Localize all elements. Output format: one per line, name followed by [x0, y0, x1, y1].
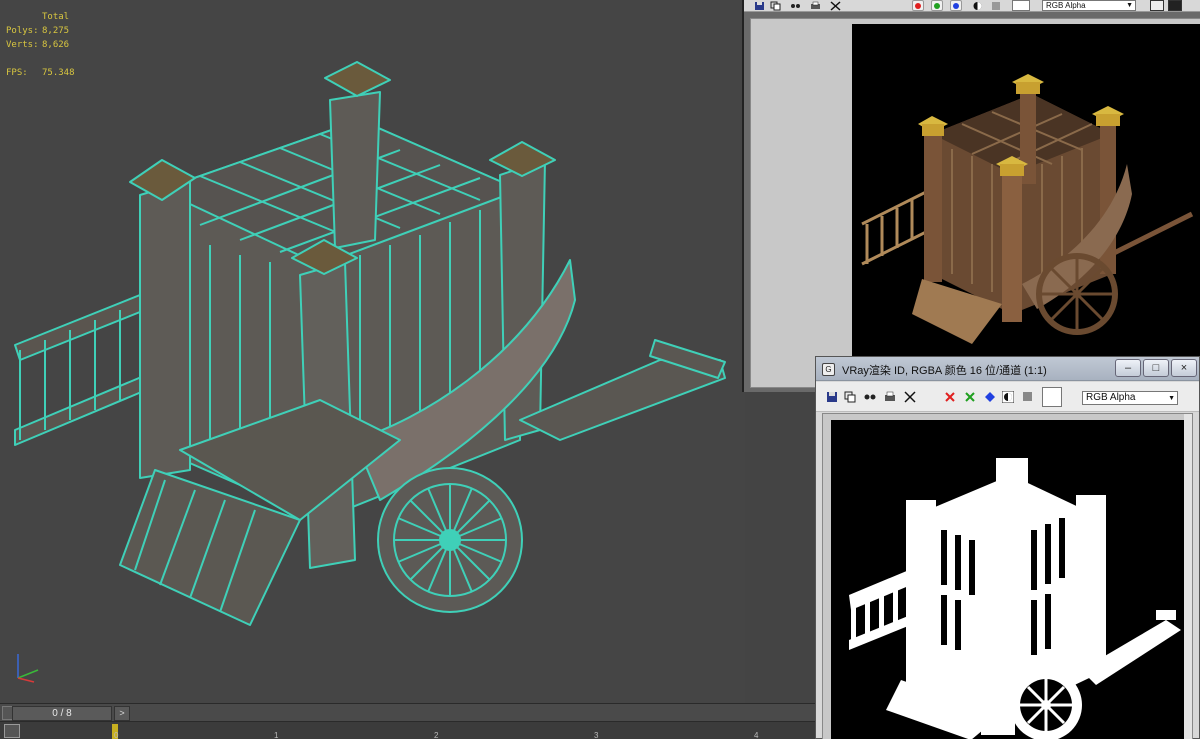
minimize-button[interactable]: –	[1115, 359, 1141, 377]
copy-icon[interactable]	[770, 1, 781, 11]
green-channel-icon[interactable]	[931, 0, 943, 11]
clear-icon[interactable]	[904, 391, 916, 403]
channel-select[interactable]: RGB Alpha ▼	[1042, 0, 1136, 11]
alpha-icon[interactable]	[1023, 392, 1032, 401]
save-icon[interactable]	[754, 1, 765, 11]
axis-gizmo-icon	[17, 654, 39, 683]
print-icon[interactable]	[884, 391, 896, 403]
render-toolbar: RGB Alpha ▼	[816, 382, 1199, 412]
cart-wireframe-model[interactable]	[0, 0, 745, 703]
swatch-icon[interactable]	[1012, 0, 1030, 11]
render-canvas	[822, 413, 1193, 739]
close-button[interactable]: ×	[1171, 359, 1197, 377]
time-slider[interactable]: 0 / 8 >	[0, 704, 815, 722]
alpha-mask-image	[831, 420, 1187, 739]
alpha-icon[interactable]	[992, 2, 1000, 10]
next-frame-button[interactable]: >	[114, 706, 130, 721]
window-title: VRay渲染 ID, RGBA 颜色 16 位/通道 (1:1)	[842, 365, 1047, 377]
tick-label: 2	[434, 731, 439, 739]
mono-icon[interactable]	[972, 1, 983, 11]
chevron-down-icon: ▼	[1168, 395, 1175, 402]
red-channel-icon[interactable]	[944, 391, 956, 403]
render-frame-window[interactable]: RGB Alpha ▼	[742, 0, 1200, 392]
blue-channel-icon[interactable]	[984, 391, 996, 403]
perspective-viewport[interactable]: Total Polys: 8,275 Verts: 8,626 FPS: 75.348	[0, 0, 745, 703]
tick-label: 0	[114, 731, 119, 739]
copy-icon[interactable]	[844, 391, 856, 403]
render-toolbar: RGB Alpha ▼	[744, 0, 1200, 12]
timeline-bar[interactable]: 0 / 8 > 0 1 2 3 4	[0, 703, 815, 739]
print-icon[interactable]	[810, 1, 821, 11]
channel-select-value: RGB Alpha	[1086, 392, 1136, 403]
tick-label: 4	[754, 731, 759, 739]
clone-icon[interactable]	[790, 1, 801, 11]
chevron-down-icon: ▼	[1126, 2, 1133, 9]
frame-counter[interactable]: 0 / 8	[12, 706, 112, 721]
vray-render-id-window[interactable]: G VRay渲染 ID, RGBA 颜色 16 位/通道 (1:1) – □ ×…	[815, 356, 1200, 739]
tick-label: 1	[274, 731, 279, 739]
tick-label: 3	[594, 731, 599, 739]
clear-icon[interactable]	[830, 1, 841, 11]
window-titlebar[interactable]: G VRay渲染 ID, RGBA 颜色 16 位/通道 (1:1) – □ ×	[816, 357, 1199, 381]
mono-icon[interactable]	[1002, 391, 1014, 403]
panel-toggle-icon[interactable]	[1150, 0, 1164, 11]
history-toggle-icon[interactable]	[1168, 0, 1182, 11]
maximize-button[interactable]: □	[1143, 359, 1169, 377]
red-channel-icon[interactable]	[912, 0, 924, 11]
channel-select-value: RGB Alpha	[1046, 1, 1086, 10]
channel-select[interactable]: RGB Alpha ▼	[1082, 391, 1178, 405]
clone-icon[interactable]	[864, 391, 876, 403]
rendered-cart-image	[852, 24, 1200, 364]
timeline-ruler[interactable]: 0 1 2 3 4	[0, 723, 815, 739]
green-channel-icon[interactable]	[964, 391, 976, 403]
swatch-icon[interactable]	[1042, 387, 1062, 407]
save-icon[interactable]	[826, 391, 838, 403]
blue-channel-icon[interactable]	[950, 0, 962, 11]
vertical-scrollbar[interactable]	[1184, 414, 1192, 739]
app-icon: G	[822, 363, 835, 376]
